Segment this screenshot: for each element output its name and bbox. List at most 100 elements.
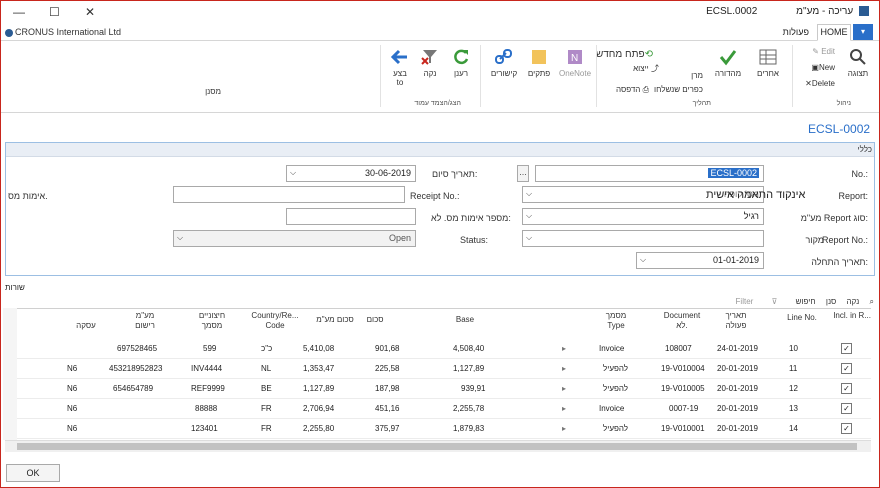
others-label: אחרים [757, 69, 779, 78]
cell-line-no: 13 [789, 404, 798, 413]
company-name: CRONUS International Ltd [5, 27, 121, 37]
col-vat-amount[interactable]: סכום מע"מ [305, 315, 365, 325]
scroll-thumb[interactable] [17, 443, 857, 450]
release-button[interactable]: מהדורה [711, 47, 745, 78]
notes-button[interactable]: פתקים [525, 47, 553, 78]
vertical-scrollbar[interactable] [3, 308, 17, 440]
status-label: Status: [460, 235, 489, 245]
goto-button[interactable]: בצע to [387, 47, 413, 87]
filter-en-button[interactable]: Filter [736, 297, 754, 306]
cell-vat-reg: 697528465 [117, 344, 158, 353]
vat-report-type-field[interactable]: ⌵ רגיל [522, 208, 764, 225]
end-date-value: 30-06-2019 [364, 168, 411, 178]
incl-checkbox[interactable]: ✓ [841, 383, 852, 394]
clear-filter-button[interactable]: נקה [417, 47, 443, 78]
clear-filter-icon [421, 50, 437, 65]
col-doc-no[interactable]: Document לא. [655, 311, 709, 331]
col-ext-doc[interactable]: חיצוניים מסמך [185, 311, 239, 331]
onenote-label: OneNote [559, 69, 592, 78]
print-header-button[interactable]: כפרים שנשלחו [654, 85, 703, 94]
end-date-field[interactable]: ⌵ 30-06-2019 [286, 165, 416, 182]
table-row[interactable]: ✓ 12 20-01-2019 19-V010005 להפעיל ▸ 939,… [5, 379, 871, 399]
horizontal-scrollbar[interactable] [5, 440, 871, 452]
ok-button[interactable]: OK [6, 464, 60, 482]
chevron-down-icon: ⌵ [526, 211, 533, 220]
show-attached-label: מסנן [205, 87, 221, 96]
print-header-label: כפרים שנשלחו [654, 85, 703, 94]
refresh-button[interactable]: רענן [447, 47, 475, 78]
minimize-icon[interactable]: — [13, 5, 25, 19]
onenote-button[interactable]: N OneNote [559, 47, 591, 78]
lines-header-label: שורות [5, 283, 25, 292]
chevron-down-icon: ⌵ [526, 233, 533, 242]
col-doc-type[interactable]: מסמך Type [591, 311, 641, 331]
chevron-down-icon: ⌵ [640, 255, 647, 264]
app-menu-button[interactable]: ▾ [853, 24, 873, 40]
row-marker: ▸ [562, 424, 567, 433]
maximize-icon[interactable]: ☐ [49, 5, 60, 19]
col-deal[interactable]: עסקה [61, 311, 111, 331]
col-country[interactable]: Country/Re... Code [245, 311, 305, 331]
vat-verif-field[interactable] [286, 208, 416, 225]
page-title: ECSL-0002 [808, 122, 871, 136]
chevron-down-icon: ⌵ [526, 189, 533, 198]
start-date-field[interactable]: ⌵ 01-01-2019 [636, 252, 764, 269]
cell-country: FR [261, 424, 272, 433]
table-row[interactable]: ✓ 11 20-01-2019 19-V010004 להפעיל ▸ 1,12… [5, 359, 871, 379]
incl-checkbox[interactable]: ✓ [841, 363, 852, 374]
print-button[interactable]: הדפסה ⎙ [616, 85, 649, 95]
table-row[interactable]: ✓ 10 24-01-2019 108007 Invoice ▸ 4,508,4… [5, 339, 871, 359]
general-header[interactable]: כללי [6, 143, 874, 157]
edit-button[interactable]: ✎ Edit [812, 47, 835, 56]
start-date-label: תאריך התחלה: [811, 257, 868, 267]
cell-doc-no: 108007 [665, 344, 692, 353]
assist-edit-button[interactable]: … [517, 165, 529, 182]
suggest-button[interactable]: ייצוא ⤴ [633, 63, 659, 74]
filter-icon: ⊽ [771, 297, 778, 306]
col-posting-date[interactable]: תאריך פעולה [711, 311, 761, 331]
cell-country: NL [261, 364, 272, 373]
filter-button[interactable]: סנן [826, 297, 836, 306]
new-icon: ▣ [811, 63, 819, 72]
tab-actions[interactable]: פעולות [783, 27, 809, 37]
col-vat-reg[interactable]: מע"מ רישום [117, 311, 173, 331]
cell-posting-date: 24-01-2019 [717, 344, 758, 353]
cell-posting-date: 20-01-2019 [717, 404, 758, 413]
delete-button[interactable]: ✕Delete [805, 79, 835, 88]
view-button[interactable]: תצוגה [845, 47, 871, 78]
goto-sub-label: to [396, 78, 404, 87]
window-title-text: עריכה - מע"מ [796, 6, 854, 17]
cell-amount: 375,97 [375, 424, 400, 433]
cell-deal: N6 [67, 384, 78, 393]
title-bar: — ☐ ✕ ECSL.0002 עריכה - מע"מ [1, 1, 879, 23]
close-icon[interactable]: ✕ [85, 5, 95, 19]
cell-line-no: 12 [789, 384, 798, 393]
table-row[interactable]: ✓ 14 20-01-2019 19-V010001 להפעיל ▸ 1,87… [5, 419, 871, 439]
incl-checkbox[interactable]: ✓ [841, 343, 852, 354]
col-base[interactable]: Base [435, 315, 495, 325]
links-button[interactable]: קישורים [487, 47, 521, 78]
col-incl[interactable]: Incl. in R... [831, 311, 871, 321]
note-icon [532, 50, 546, 64]
onenote-icon: N [568, 50, 582, 64]
report-no-field[interactable]: ⌵ [522, 230, 764, 247]
table-row[interactable]: ✓ 13 20-01-2019 0007-19 Invoice ▸ 2,255,… [5, 399, 871, 419]
reopen-button[interactable]: פתח מחדש⟲ [596, 49, 653, 60]
receipt-no-field[interactable] [173, 186, 405, 203]
new-label: New [818, 63, 835, 72]
vat-report-type-value: רגיל [743, 211, 759, 221]
cell-posting-date: 20-01-2019 [717, 364, 758, 373]
incl-checkbox[interactable]: ✓ [841, 423, 852, 434]
status-field[interactable]: ⌵ Open [173, 230, 416, 247]
no-field[interactable]: ECSL-0002 [535, 165, 764, 182]
incl-checkbox[interactable]: ✓ [841, 403, 852, 414]
ribbon: תצוגה ✎ Edit ▣New ✕Delete ניהול אחרים מה… [1, 41, 879, 113]
table-icon [759, 49, 777, 65]
find-label: חיפוש [795, 297, 816, 306]
cell-ext-doc: 123401 [191, 424, 218, 433]
tab-home[interactable]: HOME [817, 24, 851, 41]
new-button[interactable]: ▣New [811, 63, 835, 72]
calc-button[interactable]: מרן [691, 71, 703, 80]
others-button[interactable]: אחרים [751, 47, 785, 78]
col-line-no[interactable]: Line No. [775, 313, 829, 323]
